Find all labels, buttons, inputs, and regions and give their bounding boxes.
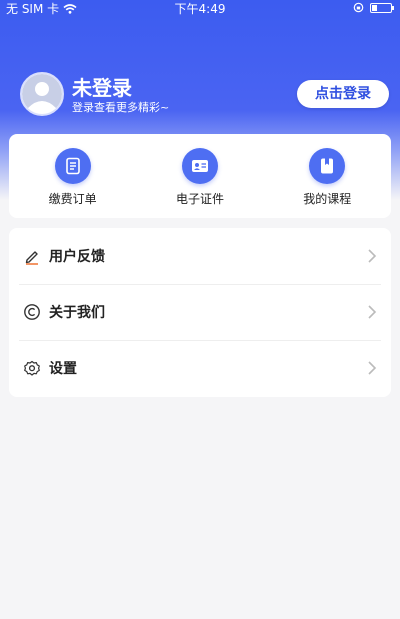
shortcut-label: 我的课程 <box>303 192 352 206</box>
course-book-icon <box>309 148 346 184</box>
shortcut-label: 缴费订单 <box>48 192 97 206</box>
user-subtitle: 登录查看更多精彩~ <box>72 101 170 114</box>
avatar[interactable] <box>20 72 64 116</box>
menu-label: 用户反馈 <box>49 249 105 265</box>
menu-item-feedback[interactable]: 用户反馈 <box>9 228 391 284</box>
shortcut-panel: 缴费订单 电子证件 我的课程 <box>9 134 391 218</box>
menu-label: 关于我们 <box>49 305 105 321</box>
chevron-right-icon <box>368 249 377 263</box>
login-button[interactable]: 点击登录 <box>297 80 389 108</box>
chevron-right-icon <box>368 361 377 375</box>
menu-item-settings[interactable]: 设置 <box>9 340 391 396</box>
chevron-right-icon <box>368 305 377 319</box>
status-bar: 无 SIM 卡 下午4:49 <box>0 0 400 16</box>
orientation-lock-icon <box>353 2 364 13</box>
clock: 下午4:49 <box>174 2 226 16</box>
shortcut-e-certificate[interactable]: 电子证件 <box>140 134 260 207</box>
copyright-icon <box>23 303 41 321</box>
battery-icon <box>370 2 394 13</box>
status-right <box>353 2 394 13</box>
shortcut-payment-orders[interactable]: 缴费订单 <box>13 134 133 207</box>
gear-icon <box>23 359 41 377</box>
id-card-icon <box>181 148 218 184</box>
user-avatar-icon <box>22 74 62 114</box>
shortcut-my-courses[interactable]: 我的课程 <box>267 134 387 207</box>
shortcut-label: 电子证件 <box>175 192 224 206</box>
settings-menu: 用户反馈 关于我们 设置 <box>9 228 391 397</box>
pencil-icon <box>23 247 41 265</box>
user-name: 未登录 <box>72 76 132 100</box>
menu-item-about-us[interactable]: 关于我们 <box>9 284 391 340</box>
menu-label: 设置 <box>49 361 77 377</box>
order-list-icon <box>54 148 91 184</box>
